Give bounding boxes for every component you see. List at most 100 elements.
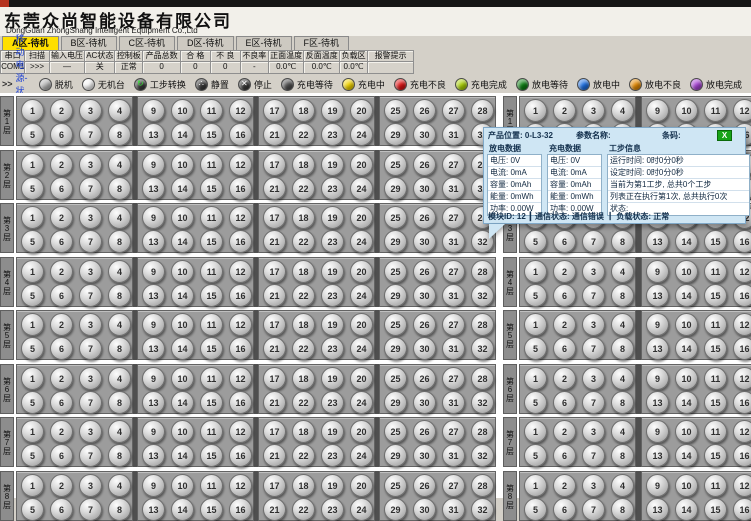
cell-circle[interactable]: 29 [384, 337, 407, 360]
cell-circle[interactable]: 3 [79, 474, 102, 497]
zone-tab-3[interactable]: D区-待机 [177, 36, 234, 50]
cell-circle[interactable]: 4 [108, 313, 131, 336]
cell-circle[interactable]: 14 [675, 498, 698, 521]
cell-circle[interactable]: 15 [200, 230, 223, 253]
cell-circle[interactable]: 32 [471, 337, 494, 360]
cell-circle[interactable]: 11 [200, 420, 223, 443]
zone-tab-1[interactable]: B区-待机 [61, 36, 117, 50]
cell-circle[interactable]: 13 [142, 391, 165, 414]
cell-circle[interactable]: 16 [733, 498, 751, 521]
cell-circle[interactable]: 21 [263, 391, 286, 414]
cell-circle[interactable]: 15 [704, 284, 727, 307]
cell-circle[interactable]: 9 [646, 367, 669, 390]
cell-circle[interactable]: 10 [675, 260, 698, 283]
cell-circle[interactable]: 16 [229, 391, 252, 414]
cell-circle[interactable]: 17 [263, 474, 286, 497]
cell-circle[interactable]: 17 [263, 260, 286, 283]
cell-circle[interactable]: 11 [704, 99, 727, 122]
cell-circle[interactable]: 18 [292, 99, 315, 122]
cell-circle[interactable]: 3 [79, 153, 102, 176]
cell-circle[interactable]: 14 [171, 498, 194, 521]
cell-circle[interactable]: 27 [442, 474, 465, 497]
cell-circle[interactable]: 29 [384, 284, 407, 307]
cell-circle[interactable]: 18 [292, 153, 315, 176]
cell-circle[interactable]: 23 [321, 498, 344, 521]
cell-circle[interactable]: 1 [21, 474, 44, 497]
cell-circle[interactable]: 30 [413, 284, 436, 307]
cell-circle[interactable]: 26 [413, 99, 436, 122]
cell-circle[interactable]: 1 [21, 99, 44, 122]
cell-circle[interactable]: 26 [413, 367, 436, 390]
cell-circle[interactable]: 11 [704, 474, 727, 497]
cell-circle[interactable]: 14 [171, 391, 194, 414]
cell-circle[interactable]: 17 [263, 420, 286, 443]
cell-circle[interactable]: 26 [413, 313, 436, 336]
cell-circle[interactable]: 31 [442, 230, 465, 253]
cell-circle[interactable]: 21 [263, 177, 286, 200]
cell-circle[interactable]: 3 [582, 99, 605, 122]
cell-circle[interactable]: 30 [413, 177, 436, 200]
cell-circle[interactable]: 6 [50, 444, 73, 467]
cell-circle[interactable]: 12 [733, 313, 751, 336]
cell-circle[interactable]: 15 [704, 498, 727, 521]
cell-circle[interactable]: 12 [229, 99, 252, 122]
cell-circle[interactable]: 8 [611, 284, 634, 307]
cell-circle[interactable]: 10 [171, 99, 194, 122]
cell-circle[interactable]: 30 [413, 230, 436, 253]
cell-circle[interactable]: 16 [229, 444, 252, 467]
cell-circle[interactable]: 2 [50, 206, 73, 229]
cell-circle[interactable]: 5 [21, 177, 44, 200]
cell-circle[interactable]: 17 [263, 99, 286, 122]
cell-circle[interactable]: 22 [292, 337, 315, 360]
cell-circle[interactable]: 2 [50, 153, 73, 176]
cell-circle[interactable]: 11 [704, 313, 727, 336]
cell-circle[interactable]: 27 [442, 153, 465, 176]
cell-circle[interactable]: 13 [646, 391, 669, 414]
cell-circle[interactable]: 19 [321, 367, 344, 390]
cell-circle[interactable]: 8 [108, 230, 131, 253]
cell-circle[interactable]: 15 [704, 337, 727, 360]
cell-circle[interactable]: 10 [675, 99, 698, 122]
cell-circle[interactable]: 8 [611, 337, 634, 360]
cell-circle[interactable]: 12 [229, 153, 252, 176]
cell-circle[interactable]: 16 [229, 230, 252, 253]
cell-circle[interactable]: 18 [292, 313, 315, 336]
cell-circle[interactable]: 15 [200, 498, 223, 521]
cell-circle[interactable]: 3 [79, 99, 102, 122]
cell-circle[interactable]: 12 [733, 367, 751, 390]
cell-circle[interactable]: 14 [675, 230, 698, 253]
cell-circle[interactable]: 12 [733, 260, 751, 283]
cell-circle[interactable]: 15 [704, 444, 727, 467]
cell-circle[interactable]: 6 [50, 177, 73, 200]
cell-circle[interactable]: 28 [471, 367, 494, 390]
cell-circle[interactable]: 20 [350, 153, 373, 176]
cell-circle[interactable]: 29 [384, 444, 407, 467]
cell-circle[interactable]: 32 [471, 444, 494, 467]
cell-circle[interactable]: 11 [200, 260, 223, 283]
cell-circle[interactable]: 25 [384, 367, 407, 390]
cell-circle[interactable]: 4 [611, 99, 634, 122]
cell-circle[interactable]: 1 [524, 260, 547, 283]
cell-circle[interactable]: 23 [321, 391, 344, 414]
cell-circle[interactable]: 23 [321, 444, 344, 467]
cell-circle[interactable]: 10 [675, 420, 698, 443]
cell-circle[interactable]: 3 [582, 474, 605, 497]
cell-circle[interactable]: 9 [646, 474, 669, 497]
cell-circle[interactable]: 9 [142, 206, 165, 229]
cell-circle[interactable]: 14 [171, 123, 194, 146]
cell-circle[interactable]: 13 [646, 498, 669, 521]
cell-circle[interactable]: 13 [142, 337, 165, 360]
cell-circle[interactable]: 14 [675, 391, 698, 414]
cell-circle[interactable]: 31 [442, 444, 465, 467]
cell-circle[interactable]: 9 [142, 153, 165, 176]
cell-circle[interactable]: 19 [321, 99, 344, 122]
cell-circle[interactable]: 30 [413, 123, 436, 146]
cell-circle[interactable]: 7 [79, 337, 102, 360]
cell-circle[interactable]: 25 [384, 313, 407, 336]
cell-circle[interactable]: 11 [704, 367, 727, 390]
cell-circle[interactable]: 8 [611, 444, 634, 467]
cell-circle[interactable]: 1 [21, 153, 44, 176]
cell-circle[interactable]: 22 [292, 177, 315, 200]
cell-circle[interactable]: 16 [229, 498, 252, 521]
cell-circle[interactable]: 9 [142, 474, 165, 497]
